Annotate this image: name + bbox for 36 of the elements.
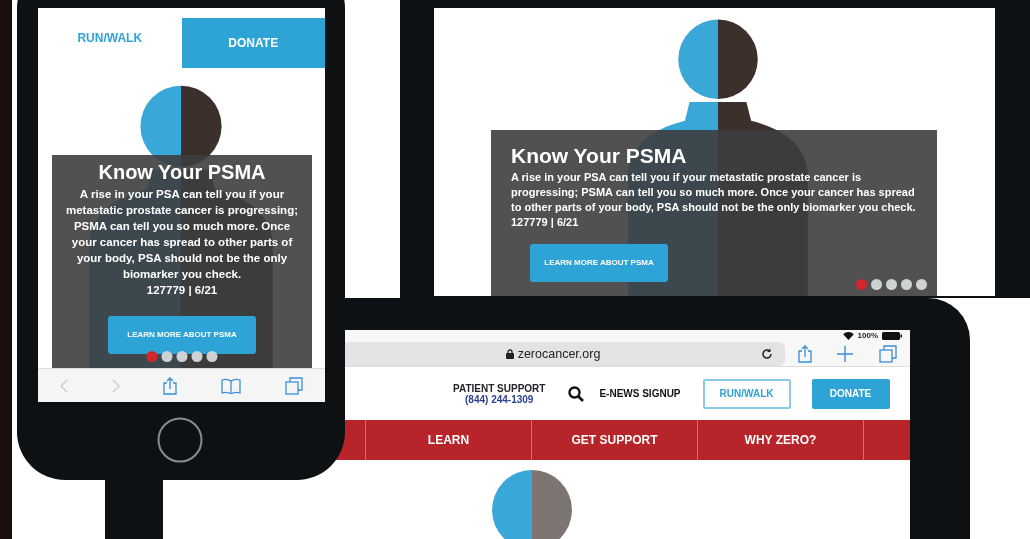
support-label: PATIENT SUPPORT bbox=[453, 382, 546, 394]
carousel-dot[interactable] bbox=[146, 351, 158, 362]
share-icon[interactable] bbox=[797, 345, 812, 363]
enews-signup-link[interactable]: E-NEWS SIGNUP bbox=[599, 386, 681, 401]
tabs-icon[interactable] bbox=[285, 376, 304, 395]
home-button-icon[interactable] bbox=[157, 417, 203, 463]
caption-text: A rise in your PSA can tell you if your metastatic prostate cancer is progressing; PSMA can tell you so much more. Once your cancer has spread to other parts of your body, PSA should not be the only biomarker you check. bbox=[511, 170, 917, 216]
carousel-dot[interactable] bbox=[886, 279, 897, 290]
tabs-icon[interactable] bbox=[879, 345, 898, 363]
lock-icon bbox=[505, 349, 514, 359]
address-bar[interactable]: zerocancer.org bbox=[345, 342, 785, 366]
carousel-dot[interactable] bbox=[161, 351, 173, 362]
reload-icon[interactable] bbox=[761, 348, 773, 360]
share-icon[interactable] bbox=[163, 376, 178, 395]
carousel-dot[interactable] bbox=[871, 279, 882, 290]
book-icon[interactable] bbox=[221, 377, 242, 394]
carousel-dot[interactable] bbox=[176, 351, 188, 362]
caption-code: 127779 | 6/21 bbox=[511, 215, 580, 231]
battery-percentage: 100% bbox=[857, 330, 878, 342]
url-text: zerocancer.org bbox=[517, 345, 601, 363]
search-icon[interactable] bbox=[568, 385, 585, 402]
support-phone-link[interactable]: (844) 244-1309 bbox=[465, 393, 534, 405]
caption-code: 127779 | 6/21 bbox=[146, 283, 218, 298]
carousel-dot[interactable] bbox=[916, 279, 927, 290]
battery-icon bbox=[882, 332, 902, 340]
carousel-dot[interactable] bbox=[191, 351, 203, 362]
carousel-dot[interactable] bbox=[901, 279, 912, 290]
nav-link[interactable]: WHY ZERO? bbox=[698, 420, 864, 460]
wifi-icon bbox=[842, 332, 854, 340]
caption-title: Know Your PSMA bbox=[98, 161, 266, 183]
carousel-dot[interactable] bbox=[206, 351, 218, 362]
caption-text: A rise in your PSA can tell you if your metastatic prostate cancer is progressing; PSMA can tell you so much more. Once your cancer has spread to other parts of your body, PSA should not be the only biomarker you check. bbox=[65, 187, 299, 282]
caption-title: Know Your PSMA bbox=[511, 144, 688, 168]
nav-link[interactable]: GET SUPPORT bbox=[532, 420, 698, 460]
nav-link[interactable]: LEARN bbox=[366, 420, 532, 460]
carousel-dot[interactable] bbox=[856, 279, 867, 290]
